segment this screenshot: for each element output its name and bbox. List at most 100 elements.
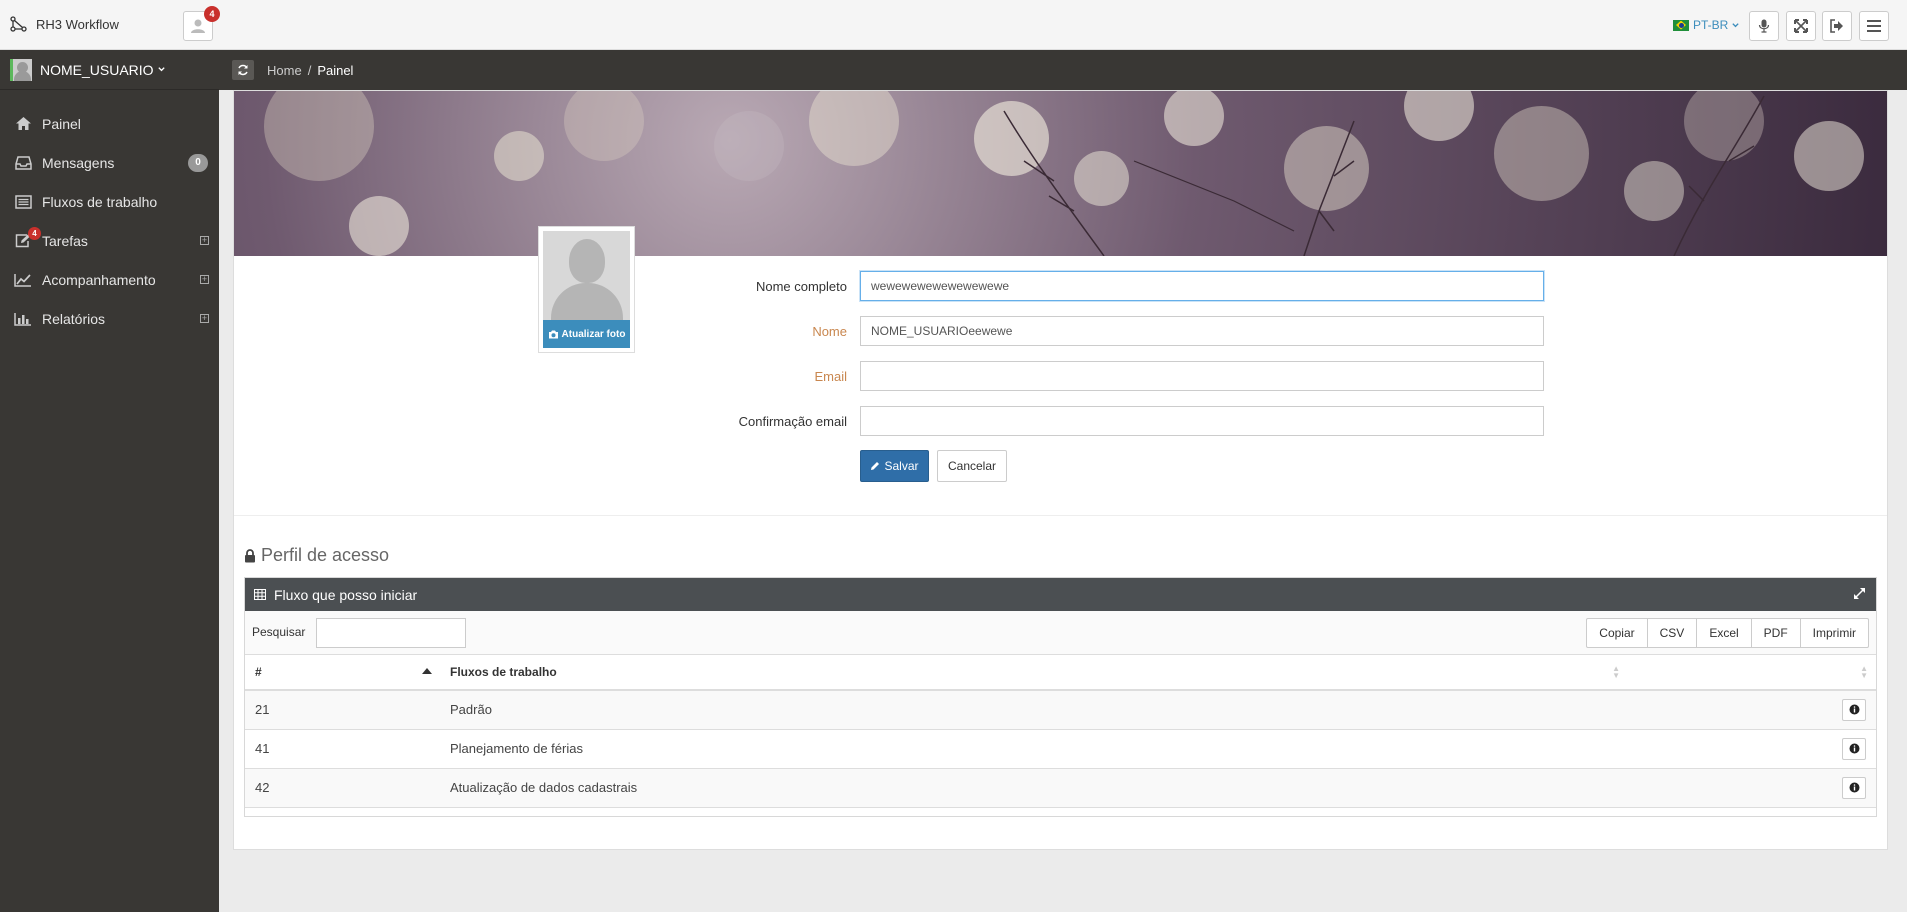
- full-name-input[interactable]: [860, 271, 1544, 301]
- cancel-button[interactable]: Cancelar: [937, 450, 1007, 482]
- save-label: Salvar: [884, 459, 919, 473]
- column-header-actions[interactable]: ▲ ▼: [1628, 655, 1876, 691]
- hamburger-menu-icon: [1867, 20, 1881, 32]
- expand-icon[interactable]: +: [200, 275, 209, 284]
- info-button[interactable]: [1842, 737, 1866, 760]
- tasks-badge: 4: [28, 227, 41, 240]
- microphone-button[interactable]: [1749, 11, 1779, 41]
- sort-icon: ▲ ▼: [1860, 664, 1868, 680]
- fullscreen-icon: [1794, 19, 1808, 33]
- row-id: 42: [245, 768, 440, 808]
- breadcrumb-home[interactable]: Home: [267, 63, 302, 78]
- email-row: Email: [234, 361, 1887, 391]
- sidebar: NOME_USUARIO Painel Mensagens 0 Fluxos d…: [0, 50, 219, 912]
- search-input[interactable]: [316, 618, 466, 648]
- info-button[interactable]: [1842, 776, 1866, 799]
- table-toolbar: Pesquisar Copiar CSV Excel PDF Imprimir: [245, 611, 1876, 655]
- sidebar-item-acompanhamento[interactable]: Acompanhamento +: [0, 260, 219, 299]
- update-photo-button[interactable]: Atualizar foto: [543, 320, 630, 348]
- line-chart-icon: [13, 273, 33, 287]
- branch-decoration: [1003, 95, 1765, 256]
- language-selector[interactable]: PT-BR: [1673, 18, 1740, 32]
- sidebar-item-fluxos[interactable]: Fluxos de trabalho: [0, 182, 219, 221]
- notifications-button[interactable]: 4: [183, 6, 220, 41]
- full-name-row: Nome completo: [234, 271, 1887, 301]
- brand[interactable]: RH3 Workflow: [10, 16, 119, 32]
- info-button[interactable]: [1842, 698, 1866, 721]
- chevron-down-icon: [1732, 22, 1740, 27]
- print-button[interactable]: Imprimir: [1800, 618, 1869, 648]
- table-row: 21 Padrão: [245, 690, 1876, 730]
- row-workflow-name: Atualização de dados cadastrais: [440, 768, 1628, 808]
- pdf-button[interactable]: PDF: [1751, 618, 1801, 648]
- logout-icon: [1830, 19, 1843, 33]
- inbox-icon: [13, 155, 33, 170]
- info-icon: [1849, 743, 1859, 754]
- sidebar-item-label: Relatórios: [42, 310, 106, 327]
- menu-button[interactable]: [1859, 11, 1889, 41]
- export-buttons: Copiar CSV Excel PDF Imprimir: [1586, 618, 1869, 648]
- lock-icon: [245, 548, 255, 562]
- brazil-flag-icon: [1673, 19, 1689, 31]
- sidebar-item-painel[interactable]: Painel: [0, 104, 219, 143]
- email-label: Email: [814, 369, 847, 384]
- avatar: [10, 58, 32, 81]
- breadcrumb: Home / Painel: [267, 63, 353, 78]
- sidebar-item-label: Acompanhamento: [42, 271, 156, 288]
- sidebar-item-mensagens[interactable]: Mensagens 0: [0, 143, 219, 182]
- table-icon: [254, 589, 266, 600]
- row-workflow-name: Padrão: [440, 690, 1628, 730]
- fullscreen-button[interactable]: [1786, 11, 1816, 41]
- email-confirm-input[interactable]: [860, 406, 1544, 436]
- column-header-id[interactable]: #: [245, 655, 440, 691]
- row-workflow-name: Planejamento de férias: [440, 729, 1628, 769]
- column-header-workflows[interactable]: Fluxos de trabalho ▲ ▼: [440, 655, 1628, 691]
- breadcrumb-separator: /: [307, 62, 312, 78]
- expand-icon[interactable]: +: [200, 314, 209, 323]
- section-title-text: Perfil de acesso: [261, 545, 390, 565]
- sidebar-item-tarefas[interactable]: 4 Tarefas +: [0, 221, 219, 260]
- sort-icon: ▲ ▼: [1612, 664, 1620, 680]
- search-label: Pesquisar: [252, 625, 306, 639]
- breadcrumb-bar: Home / Painel: [219, 50, 1907, 90]
- brand-name: RH3 Workflow: [36, 16, 119, 32]
- excel-button[interactable]: Excel: [1697, 618, 1752, 648]
- name-input[interactable]: [860, 316, 1544, 346]
- breadcrumb-current: Painel: [317, 62, 354, 78]
- email-confirm-label: Confirmação email: [738, 414, 847, 429]
- table-row: 41 Planejamento de férias: [245, 729, 1876, 769]
- workflows-table: # Fluxos de trabalho ▲ ▼ ▲ ▼ 21 Padrão 4…: [245, 655, 1876, 808]
- user-menu[interactable]: NOME_USUARIO: [0, 50, 219, 90]
- save-button[interactable]: Salvar: [860, 450, 929, 482]
- profile-card: Atualizar foto Nome completo Nome Email …: [233, 90, 1888, 850]
- refresh-button[interactable]: [232, 60, 254, 80]
- microphone-icon: [1758, 19, 1770, 33]
- full-name-label: Nome completo: [755, 279, 847, 294]
- info-icon: [1849, 782, 1859, 793]
- user-icon: [191, 19, 205, 33]
- notifications-badge: 4: [204, 6, 220, 22]
- row-id: 21: [245, 690, 440, 730]
- workflows-panel: Fluxo que posso iniciar Pesquisar Copiar…: [244, 577, 1877, 817]
- sidebar-item-relatorios[interactable]: Relatórios +: [0, 299, 219, 338]
- expand-icon[interactable]: [1853, 587, 1866, 600]
- csv-button[interactable]: CSV: [1647, 618, 1698, 648]
- email-input[interactable]: [860, 361, 1544, 391]
- profile-photo: Atualizar foto: [538, 226, 635, 353]
- name-row: Nome: [234, 316, 1887, 346]
- sidebar-item-label: Tarefas: [42, 232, 88, 249]
- logout-button[interactable]: [1822, 11, 1852, 41]
- info-icon: [1849, 704, 1859, 715]
- expand-icon[interactable]: +: [200, 236, 209, 245]
- top-bar: RH3 Workflow 4 PT-BR: [0, 0, 1907, 50]
- row-id: 41: [245, 729, 440, 769]
- copy-button[interactable]: Copiar: [1586, 618, 1648, 648]
- email-confirm-row: Confirmação email: [234, 406, 1887, 436]
- access-section-title: Perfil de acesso: [244, 545, 389, 566]
- sort-ascending-icon: [422, 668, 432, 674]
- messages-count-badge: 0: [188, 153, 208, 172]
- language-label: PT-BR: [1693, 18, 1729, 32]
- list-icon: [13, 194, 33, 209]
- table-row: 42 Atualização de dados cadastrais: [245, 768, 1876, 808]
- workflow-logo-icon: [10, 16, 27, 32]
